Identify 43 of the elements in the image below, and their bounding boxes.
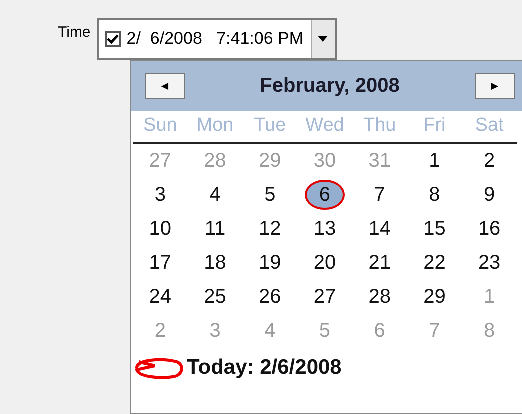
date-time-value: 2/ 6/2008 7:41:06 PM: [126, 28, 304, 50]
calendar-day[interactable]: 13: [302, 216, 348, 242]
weekday-header: Fri: [422, 114, 447, 138]
today-label[interactable]: Today: 2/6/2008: [187, 352, 342, 384]
calendar-day[interactable]: 9: [472, 182, 508, 208]
calendar-day[interactable]: 2: [472, 148, 508, 174]
calendar-day[interactable]: 18: [192, 250, 238, 276]
calendar-day[interactable]: 11: [192, 216, 238, 242]
calendar-day[interactable]: 19: [247, 250, 294, 276]
calendar-day[interactable]: 25: [192, 284, 238, 310]
calendar-day[interactable]: 17: [137, 250, 184, 276]
calendar-day[interactable]: 6: [307, 182, 343, 208]
calendar-day[interactable]: 15: [412, 216, 458, 242]
date-time-picker[interactable]: 2/ 6/2008 7:41:06 PM: [96, 18, 337, 60]
calendar-day[interactable]: 14: [356, 216, 403, 242]
calendar-day[interactable]: 1: [417, 148, 452, 174]
weekday-header: Tue: [253, 114, 288, 138]
weekday-header: Sun: [142, 114, 178, 138]
calendar-day[interactable]: 8: [417, 182, 452, 208]
weekday-header: Sat: [474, 114, 505, 138]
weekday-header: Mon: [196, 114, 235, 138]
previous-month-button[interactable]: ◄: [145, 73, 185, 99]
calendar-day[interactable]: 28: [356, 284, 403, 310]
month-title: February, 2008: [259, 74, 401, 99]
calendar-day[interactable]: 7: [362, 182, 398, 208]
next-month-button[interactable]: ►: [475, 73, 515, 99]
calendar-day[interactable]: 5: [252, 182, 288, 208]
calendar-day[interactable]: 29: [412, 284, 458, 310]
calendar-day[interactable]: 23: [466, 250, 513, 276]
calendar-day[interactable]: 16: [466, 216, 513, 242]
field-label: Time: [58, 23, 91, 43]
calendar-day[interactable]: 21: [356, 250, 403, 276]
calendar-day[interactable]: 4: [198, 182, 233, 208]
weekday-header: Wed: [304, 114, 346, 138]
calendar-day[interactable]: 12: [247, 216, 294, 242]
calendar-day[interactable]: 20: [302, 250, 348, 276]
weekday-header: Thu: [362, 114, 398, 138]
calendar-day[interactable]: 27: [302, 284, 348, 310]
calendar-day[interactable]: 3: [142, 182, 178, 208]
calendar-day[interactable]: 10: [137, 216, 184, 242]
calendar-day[interactable]: 24: [137, 284, 184, 310]
calendar-day[interactable]: 22: [412, 250, 458, 276]
calendar-day[interactable]: 26: [247, 284, 294, 310]
